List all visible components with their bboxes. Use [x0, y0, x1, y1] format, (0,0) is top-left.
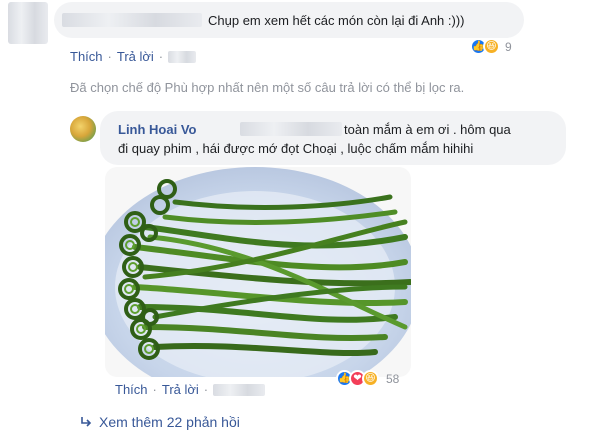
reaction-summary[interactable]: 👍 ❤ 😆 58 — [336, 370, 399, 387]
reply-button[interactable]: Trả lời — [162, 382, 199, 397]
separator: · — [152, 382, 157, 397]
haha-icon: 😆 — [483, 38, 500, 55]
comment-1: Chụp em xem hết các món còn lại đi Anh :… — [0, 0, 600, 64]
separator: · — [107, 49, 112, 64]
avatar[interactable] — [70, 116, 96, 142]
comment-text-line2: đi quay phim , hái được mớ đọt Choại , l… — [118, 141, 474, 156]
reaction-count: 9 — [505, 39, 512, 54]
avatar[interactable] — [8, 2, 48, 44]
view-more-replies-label: Xem thêm 22 phản hồi — [99, 414, 240, 430]
timestamp-redacted — [213, 383, 266, 396]
author-name[interactable]: Linh Hoai Vo — [118, 122, 196, 137]
separator: · — [158, 49, 164, 64]
comment-actions: Thích · Trả lời · — [115, 382, 266, 397]
reply-arrow-icon — [81, 417, 92, 427]
timestamp-redacted — [168, 50, 197, 63]
comment-2: Linh Hoai Vo toàn mắm à em ơi . hôm qua … — [0, 108, 600, 438]
author-name-redacted[interactable] — [62, 13, 202, 27]
comment-bubble: Chụp em xem hết các món còn lại đi Anh :… — [54, 2, 524, 38]
comment-actions: Thích · Trả lời · — [70, 49, 197, 64]
view-more-replies[interactable]: Xem thêm 22 phản hồi — [80, 414, 240, 430]
fern-shoots-image — [105, 167, 411, 377]
comment-text-line1: toàn mắm à em ơi . hôm qua — [344, 122, 511, 137]
haha-icon: 😆 — [362, 370, 379, 387]
comment-photo[interactable] — [105, 167, 411, 377]
reaction-summary[interactable]: 👍 😆 9 — [470, 38, 512, 55]
filter-notice: Đã chọn chế độ Phù hợp nhất nên một số c… — [70, 80, 465, 95]
comment-text: Chụp em xem hết các món còn lại đi Anh :… — [208, 13, 465, 28]
comment-bubble: Linh Hoai Vo toàn mắm à em ơi . hôm qua … — [100, 111, 566, 165]
reply-button[interactable]: Trả lời — [117, 49, 154, 64]
like-button[interactable]: Thích — [115, 382, 148, 397]
like-button[interactable]: Thích — [70, 49, 103, 64]
tagged-name-redacted[interactable] — [240, 122, 342, 136]
separator: · — [203, 382, 209, 397]
reaction-count: 58 — [386, 371, 400, 386]
